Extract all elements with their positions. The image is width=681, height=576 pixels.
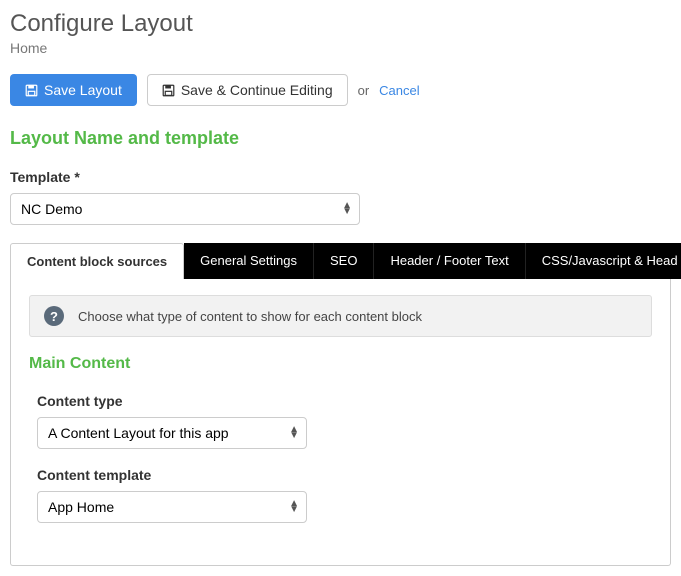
info-box: ? Choose what type of content to show fo… [29, 295, 652, 337]
content-template-select[interactable]: App Home [37, 491, 307, 523]
save-layout-button[interactable]: Save Layout [10, 74, 137, 106]
tab-css-js-head[interactable]: CSS/Javascript & Head Content [526, 243, 681, 279]
page-subtitle: Home [10, 40, 671, 56]
content-type-select[interactable]: A Content Layout for this app [37, 417, 307, 449]
or-text: or [358, 83, 370, 98]
section-heading: Layout Name and template [10, 128, 671, 149]
save-icon [162, 84, 175, 97]
action-bar: Save Layout Save & Continue Editing or C… [10, 74, 671, 106]
page-title: Configure Layout [10, 10, 671, 38]
tab-header-footer[interactable]: Header / Footer Text [374, 243, 525, 279]
tabs: Content block sources General Settings S… [10, 243, 671, 279]
tab-seo[interactable]: SEO [314, 243, 374, 279]
save-continue-button[interactable]: Save & Continue Editing [147, 74, 348, 106]
template-label: Template * [10, 169, 671, 185]
tab-general-settings[interactable]: General Settings [184, 243, 314, 279]
content-template-label: Content template [37, 467, 652, 483]
question-icon: ? [44, 306, 64, 326]
save-continue-label: Save & Continue Editing [181, 82, 333, 98]
info-text: Choose what type of content to show for … [78, 309, 422, 324]
cancel-link[interactable]: Cancel [379, 83, 419, 98]
main-content-heading: Main Content [29, 355, 652, 373]
content-type-label: Content type [37, 393, 652, 409]
template-select[interactable]: NC Demo [10, 193, 360, 225]
save-layout-label: Save Layout [44, 82, 122, 98]
save-icon [25, 84, 38, 97]
tab-panel: ? Choose what type of content to show fo… [10, 279, 671, 566]
tab-content-block-sources[interactable]: Content block sources [10, 243, 184, 279]
